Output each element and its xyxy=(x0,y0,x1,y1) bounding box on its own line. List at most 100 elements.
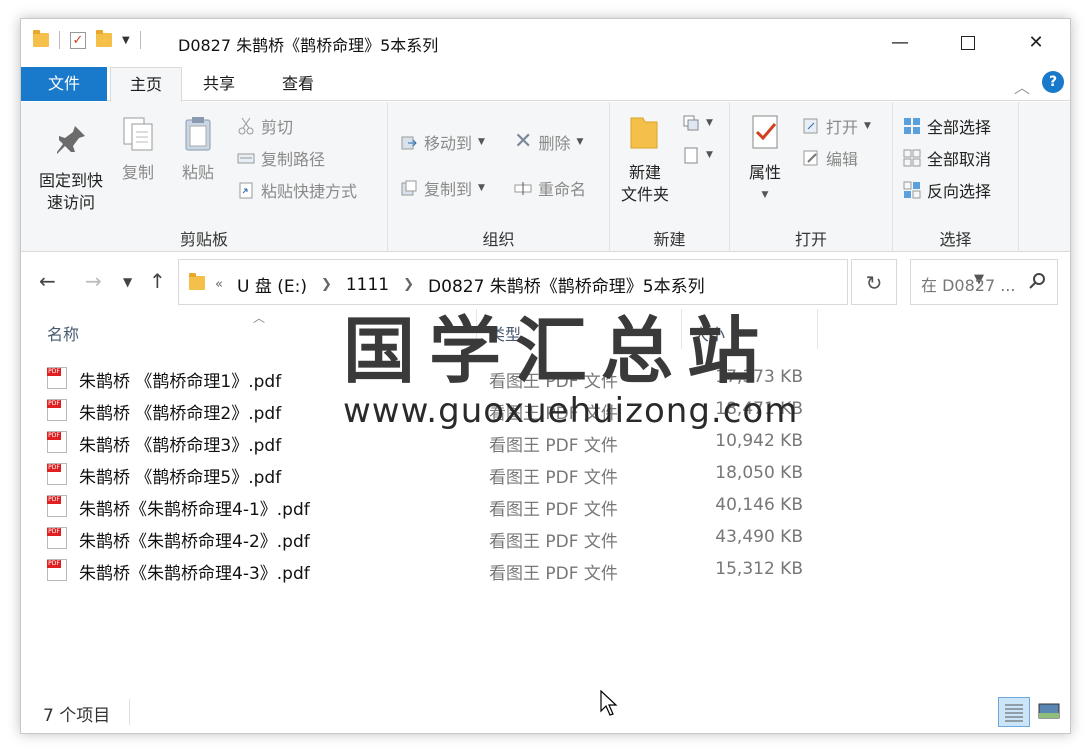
file-row[interactable]: 朱鹊桥 《鹊桥命理2》.pdf 看图王 PDF 文件 18,471 KB xyxy=(43,393,803,425)
search-input[interactable]: 在 D0827 ... xyxy=(910,259,1058,305)
up-arrow-icon[interactable]: ↑ xyxy=(149,269,166,293)
file-name: 朱鹊桥 《鹊桥命理2》.pdf xyxy=(79,404,282,424)
copy-to-icon xyxy=(401,180,417,196)
pdf-file-icon xyxy=(47,431,67,453)
file-type: 看图王 PDF 文件 xyxy=(489,468,618,488)
back-arrow-icon[interactable]: ← xyxy=(39,269,56,293)
properties-button[interactable]: 属性 ▼ xyxy=(738,114,792,206)
file-type: 看图王 PDF 文件 xyxy=(489,500,618,520)
file-type: 看图王 PDF 文件 xyxy=(489,532,618,552)
column-header-name[interactable]: 名称 xyxy=(47,321,79,345)
file-type: 看图王 PDF 文件 xyxy=(489,404,618,424)
new-item-icon xyxy=(683,115,699,131)
edit-label: 编辑 xyxy=(826,150,859,169)
tab-share[interactable]: 共享 xyxy=(186,67,252,101)
maximize-button[interactable] xyxy=(934,19,1002,67)
recent-locations-icon[interactable]: ▼ xyxy=(123,275,132,289)
pdf-file-icon xyxy=(47,495,67,517)
column-divider[interactable] xyxy=(476,309,477,349)
rename-button[interactable]: 重命名 xyxy=(514,176,586,200)
large-icons-view-button[interactable] xyxy=(1034,697,1066,727)
toolbar-divider xyxy=(59,31,60,49)
file-row[interactable]: 朱鹊桥《朱鹊桥命理4-2》.pdf 看图王 PDF 文件 43,490 KB xyxy=(43,521,803,553)
file-size: 43,490 KB xyxy=(715,527,803,547)
file-type: 看图王 PDF 文件 xyxy=(489,436,618,456)
invert-selection-button[interactable]: 反向选择 xyxy=(903,178,991,202)
new-folder-icon[interactable] xyxy=(96,30,112,47)
copy-path-label: 复制路径 xyxy=(261,150,326,169)
move-to-button[interactable]: 移动到 ▼ xyxy=(400,130,485,154)
column-divider[interactable] xyxy=(817,309,818,349)
forward-arrow-icon[interactable]: → xyxy=(85,269,102,293)
open-button[interactable]: 打开 ▼ xyxy=(802,114,871,138)
dropdown-icon: ▼ xyxy=(706,118,713,128)
new-folder-button[interactable]: 新建 文件夹 xyxy=(614,114,676,206)
file-name: 朱鹊桥《朱鹊桥命理4-1》.pdf xyxy=(79,500,310,520)
minimize-button[interactable]: — xyxy=(866,19,934,67)
copy-path-button[interactable]: 复制路径 xyxy=(237,146,325,170)
folder-icon xyxy=(33,30,49,47)
file-row[interactable]: 朱鹊桥 《鹊桥命理1》.pdf 看图王 PDF 文件 17,373 KB xyxy=(43,361,803,393)
file-name: 朱鹊桥 《鹊桥命理1》.pdf xyxy=(79,372,282,392)
breadcrumb-overflow-icon[interactable]: « xyxy=(215,277,223,292)
search-icon[interactable] xyxy=(1029,272,1047,290)
delete-button[interactable]: ✕ 删除 ▼ xyxy=(514,130,583,154)
breadcrumb-drive[interactable]: U 盘 (E:) xyxy=(237,272,307,297)
column-divider[interactable] xyxy=(681,309,682,349)
large-icons-view-icon xyxy=(1038,703,1060,719)
customize-qat-icon[interactable]: ▼ xyxy=(122,35,130,46)
breadcrumb-current[interactable]: D0827 朱鹊桥《鹊桥命理》5本系列 xyxy=(428,272,705,297)
properties-icon xyxy=(752,115,778,149)
pin-quick-access-button[interactable]: 固定到快 速访问 xyxy=(31,122,111,214)
help-icon[interactable]: ? xyxy=(1042,71,1064,93)
chevron-right-icon[interactable]: ❯ xyxy=(403,277,414,292)
copy-path-icon xyxy=(237,153,255,164)
move-to-icon xyxy=(401,136,417,150)
tab-file[interactable]: 文件 xyxy=(21,67,107,101)
clipboard-group-label: 剪贴板 xyxy=(179,230,228,249)
breadcrumb: « U 盘 (E:) ❯ 1111 ❯ D0827 朱鹊桥《鹊桥命理》5本系列 xyxy=(215,272,705,298)
easy-access-button[interactable]: ▼ xyxy=(682,146,713,164)
cut-button[interactable]: 剪切 xyxy=(237,114,293,138)
delete-x-icon: ✕ xyxy=(514,129,533,154)
file-size: 18,471 KB xyxy=(715,399,803,419)
select-none-label: 全部取消 xyxy=(927,150,992,169)
select-all-icon xyxy=(904,118,920,134)
breadcrumb-folder[interactable]: 1111 xyxy=(346,275,389,295)
tab-home[interactable]: 主页 xyxy=(110,67,182,102)
copy-button[interactable]: 复制 xyxy=(115,114,161,184)
paste-button[interactable]: 粘贴 xyxy=(175,114,221,184)
properties-check-icon[interactable]: ✓ xyxy=(70,31,86,49)
tab-view[interactable]: 查看 xyxy=(262,67,334,101)
copy-to-button[interactable]: 复制到 ▼ xyxy=(400,176,485,200)
collapse-ribbon-icon[interactable]: ︿ xyxy=(1014,74,1030,98)
select-none-button[interactable]: 全部取消 xyxy=(903,146,991,170)
paste-icon xyxy=(185,117,211,151)
address-bar[interactable]: « U 盘 (E:) ❯ 1111 ❯ D0827 朱鹊桥《鹊桥命理》5本系列 … xyxy=(178,259,984,305)
column-header-type[interactable]: 类型 xyxy=(489,321,521,345)
rename-icon xyxy=(514,182,532,195)
dropdown-icon: ▼ xyxy=(478,183,485,193)
edit-button[interactable]: 编辑 xyxy=(802,146,858,170)
file-size: 17,373 KB xyxy=(715,367,803,387)
file-size: 40,146 KB xyxy=(715,495,803,515)
mouse-cursor-icon xyxy=(600,690,618,716)
details-view-button[interactable] xyxy=(998,697,1030,727)
file-row[interactable]: 朱鹊桥 《鹊桥命理3》.pdf 看图王 PDF 文件 10,942 KB xyxy=(43,425,803,457)
dropdown-icon: ▼ xyxy=(864,121,871,131)
delete-label: 删除 xyxy=(538,134,571,153)
pdf-file-icon xyxy=(47,367,67,389)
explorer-window: ✓ ▼ D0827 朱鹊桥《鹊桥命理》5本系列 — ✕ 文件 主页 共享 查看 … xyxy=(20,18,1071,734)
file-row[interactable]: 朱鹊桥 《鹊桥命理5》.pdf 看图王 PDF 文件 18,050 KB xyxy=(43,457,803,489)
select-all-button[interactable]: 全部选择 xyxy=(903,114,991,138)
new-item-button[interactable]: ▼ xyxy=(682,114,713,132)
column-header-size[interactable]: 大小 xyxy=(693,321,725,345)
refresh-button[interactable]: ↻ xyxy=(851,259,897,305)
paste-shortcut-button[interactable]: 粘贴快捷方式 xyxy=(237,178,357,202)
file-size: 15,312 KB xyxy=(715,559,803,579)
chevron-right-icon[interactable]: ❯ xyxy=(321,277,332,292)
close-button[interactable]: ✕ xyxy=(1002,19,1070,67)
file-row[interactable]: 朱鹊桥《朱鹊桥命理4-3》.pdf 看图王 PDF 文件 15,312 KB xyxy=(43,553,803,585)
pdf-file-icon xyxy=(47,463,67,485)
file-row[interactable]: 朱鹊桥《朱鹊桥命理4-1》.pdf 看图王 PDF 文件 40,146 KB xyxy=(43,489,803,521)
